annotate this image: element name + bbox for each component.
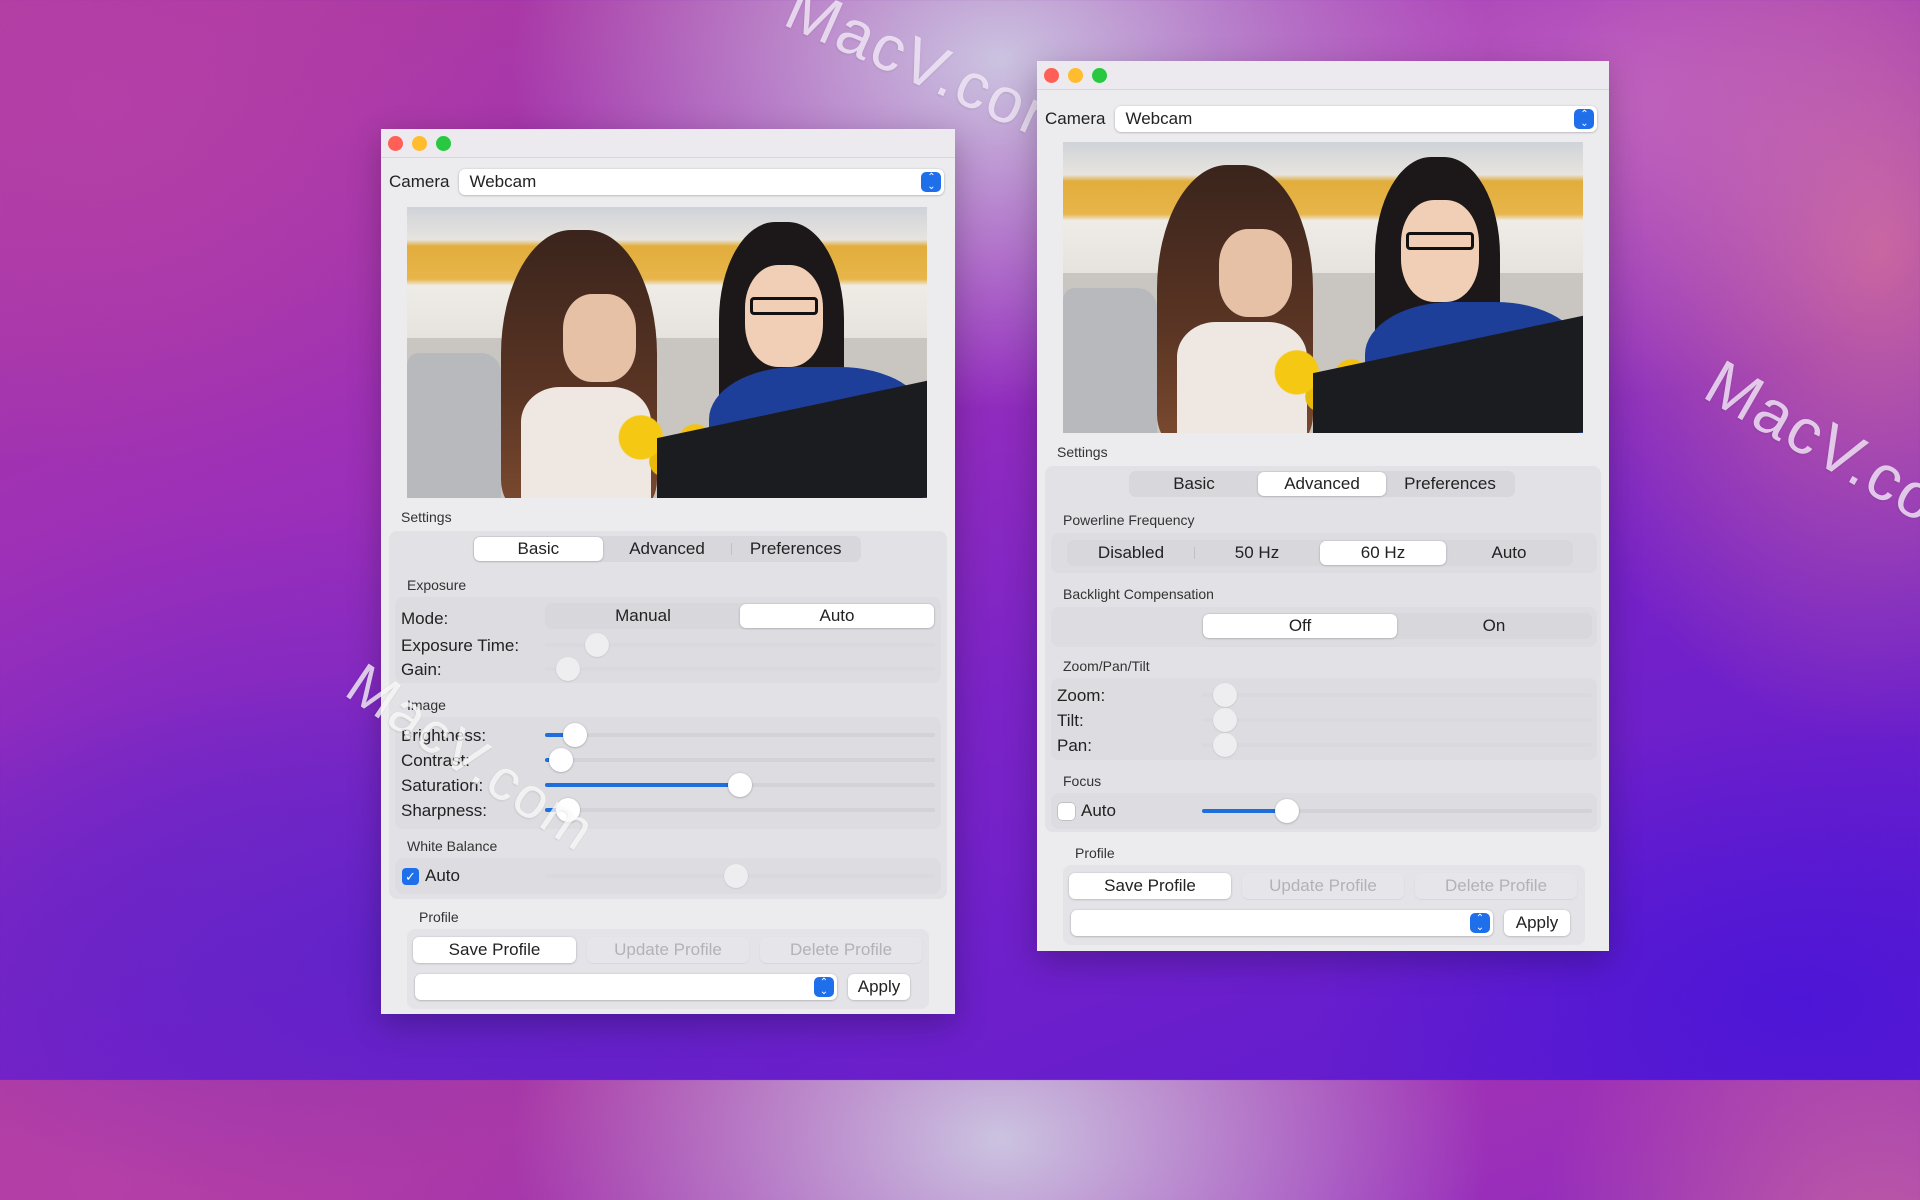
pan-label: Pan: [1057, 736, 1092, 755]
pan-slider[interactable] [1202, 733, 1592, 757]
focus-auto-label: Auto [1081, 801, 1116, 820]
update-profile-button[interactable]: Update Profile [587, 937, 749, 963]
minimize-button[interactable] [412, 136, 427, 151]
tab-advanced[interactable]: Advanced [603, 537, 732, 561]
tilt-label: Tilt: [1057, 711, 1084, 730]
settings-tabs: Basic Advanced Preferences [1129, 471, 1515, 497]
camera-label: Camera [1045, 109, 1106, 128]
slider-knob[interactable] [1212, 708, 1237, 732]
exposure-mode-control: Manual Auto [545, 603, 935, 629]
camera-preview [1063, 142, 1583, 433]
sharpness-label: Sharpness: [401, 801, 487, 820]
exposure-section-title: Exposure [407, 577, 467, 593]
chevron-up-down-icon: ⌃ ⌄ [921, 172, 942, 192]
update-profile-button[interactable]: Update Profile [1242, 873, 1404, 899]
camera-select-value: Webcam [1125, 109, 1193, 128]
watermark: MacV.com [1693, 345, 1920, 565]
slider-knob[interactable] [1212, 683, 1237, 707]
white-balance-auto-label: Auto [425, 866, 460, 885]
profile-section-title: Profile [419, 909, 459, 925]
profile-select[interactable]: ⌃ ⌄ [415, 974, 837, 1000]
zoom-button[interactable] [436, 136, 451, 151]
slider-knob[interactable] [548, 748, 573, 772]
save-profile-button[interactable]: Save Profile [1069, 873, 1231, 899]
tab-preferences[interactable]: Preferences [731, 537, 860, 561]
tab-basic[interactable]: Basic [474, 537, 603, 561]
mode-auto[interactable]: Auto [740, 604, 934, 628]
camera-select[interactable]: Webcam ⌃ ⌄ [1115, 106, 1598, 132]
slider-knob[interactable] [555, 657, 580, 681]
focus-slider[interactable] [1202, 799, 1592, 823]
powerline-auto[interactable]: Auto [1446, 541, 1572, 565]
delete-profile-button[interactable]: Delete Profile [1415, 873, 1577, 899]
save-profile-button[interactable]: Save Profile [413, 937, 576, 963]
contrast-slider[interactable] [545, 748, 935, 772]
delete-profile-button[interactable]: Delete Profile [760, 937, 922, 963]
slider-knob[interactable] [1212, 733, 1237, 757]
backlight-off[interactable]: Off [1203, 614, 1397, 638]
tab-preferences[interactable]: Preferences [1386, 472, 1514, 496]
powerline-50hz[interactable]: 50 Hz [1194, 541, 1320, 565]
zoom-slider[interactable] [1202, 683, 1592, 707]
camera-preview [407, 207, 927, 498]
mode-label: Mode: [401, 609, 449, 628]
backlight-section-title: Backlight Compensation [1063, 586, 1214, 602]
zoom-button[interactable] [1092, 68, 1107, 83]
white-balance-auto-checkbox[interactable]: ✓ [402, 868, 419, 885]
profile-section-title: Profile [1075, 845, 1115, 861]
slider-knob[interactable] [563, 723, 588, 747]
slider-knob[interactable] [728, 773, 752, 797]
settings-tabs: Basic Advanced Preferences [473, 536, 861, 562]
powerline-section-title: Powerline Frequency [1063, 512, 1195, 528]
chevron-up-down-icon: ⌃ ⌄ [1470, 913, 1490, 933]
settings-label: Settings [1057, 444, 1108, 460]
brightness-slider[interactable] [545, 723, 935, 747]
camera-select[interactable]: Webcam ⌃ ⌄ [459, 169, 945, 195]
zoom-pan-tilt-section-title: Zoom/Pan/Tilt [1063, 658, 1150, 674]
tab-advanced[interactable]: Advanced [1258, 472, 1386, 496]
exposure-time-label: Exposure Time: [401, 636, 520, 655]
slider-knob[interactable] [724, 864, 749, 888]
apply-button[interactable]: Apply [1504, 910, 1570, 936]
slider-knob[interactable] [585, 633, 610, 657]
zoom-label: Zoom: [1057, 686, 1106, 705]
tilt-slider[interactable] [1202, 708, 1592, 732]
gain-slider[interactable] [545, 657, 935, 681]
apply-button[interactable]: Apply [848, 974, 910, 1000]
focus-section-title: Focus [1063, 773, 1102, 789]
title-bar[interactable] [1037, 61, 1609, 90]
backlight-compensation-control: Off On [1202, 613, 1592, 639]
settings-label: Settings [401, 509, 452, 525]
minimize-button[interactable] [1068, 68, 1083, 83]
white-balance-section-title: White Balance [407, 838, 498, 854]
backlight-on[interactable]: On [1397, 614, 1591, 638]
title-bar[interactable] [381, 129, 955, 158]
powerline-frequency-control: Disabled 50 Hz 60 Hz Auto [1067, 540, 1573, 566]
exposure-time-slider[interactable] [545, 633, 935, 657]
profile-select[interactable]: ⌃ ⌄ [1071, 910, 1493, 936]
slider-knob[interactable] [1275, 799, 1300, 823]
tab-basic[interactable]: Basic [1130, 472, 1258, 496]
camera-label: Camera [389, 172, 450, 191]
saturation-slider[interactable] [545, 773, 935, 797]
chevron-up-down-icon: ⌃ ⌄ [1574, 109, 1595, 129]
camera-select-value: Webcam [469, 172, 537, 191]
powerline-60hz[interactable]: 60 Hz [1320, 541, 1446, 565]
close-button[interactable] [1044, 68, 1059, 83]
powerline-disabled[interactable]: Disabled [1068, 541, 1194, 565]
mode-manual[interactable]: Manual [546, 604, 740, 628]
close-button[interactable] [388, 136, 403, 151]
camera-window-advanced: Camera Webcam ⌃ ⌄ Settings Basic Advanced… [1037, 61, 1609, 951]
camera-window-basic: Camera Webcam ⌃ ⌄ Settings Basic Advanced… [381, 129, 955, 1014]
focus-auto-checkbox[interactable] [1058, 803, 1075, 820]
chevron-up-down-icon: ⌃ ⌄ [814, 977, 834, 997]
white-balance-slider[interactable] [545, 864, 935, 888]
